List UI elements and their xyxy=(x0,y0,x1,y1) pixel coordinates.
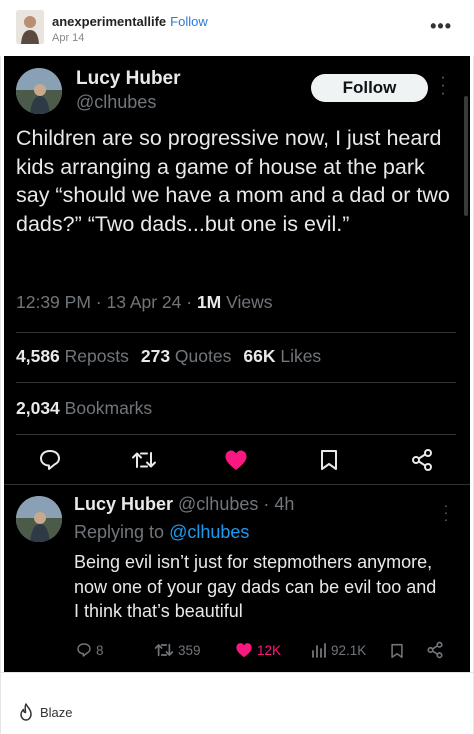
reply-views-count: 92.1K xyxy=(331,642,367,658)
reply-likes-count: 12K xyxy=(257,642,282,658)
tumblr-post: anexperimentallife Follow Apr 14 ••• Lucy… xyxy=(0,0,474,734)
like-icon xyxy=(236,643,252,658)
frame-border-left xyxy=(0,0,1,734)
reply-text: Being evil isn’t just for stepmothers an… xyxy=(74,552,437,621)
reply-icon xyxy=(77,643,91,657)
tweet-text: Children are so progressive now, I just … xyxy=(16,126,450,236)
tweet-author-handle: @clhubes xyxy=(76,92,157,112)
post-follow-button[interactable]: Follow xyxy=(170,14,208,29)
views-icon xyxy=(312,643,326,658)
divider xyxy=(16,382,456,383)
share-icon xyxy=(427,641,443,659)
bookmark-icon xyxy=(321,450,337,470)
tweet-engagement-stats: 4,586 Reposts 273 Quotes 66K Likes xyxy=(16,346,321,367)
bookmarks-label: Bookmarks xyxy=(59,398,153,418)
reply-reposts-count: 359 xyxy=(178,642,201,658)
reply-replies-count: 8 xyxy=(96,642,104,658)
blaze-button[interactable]: Blaze xyxy=(18,703,73,721)
tweet-timestamp: 12:39 PM · 13 Apr 24 · 1M Views xyxy=(16,292,272,313)
replying-to: Replying to @clhubes xyxy=(74,522,249,543)
reply-header: Lucy Huber @clhubes · 4h xyxy=(74,494,294,515)
bookmarks-count: 2,034 xyxy=(16,398,60,418)
footer-divider xyxy=(0,672,474,673)
avatar-photo-icon xyxy=(16,68,62,114)
reply-icon xyxy=(40,450,60,470)
reply-views: 92.1K xyxy=(311,640,366,660)
reposts-label: Reposts xyxy=(59,346,129,366)
tweet-more-icon: · · · xyxy=(440,69,446,102)
tweet-time: 12:39 PM · 13 Apr 24 · xyxy=(16,292,197,312)
likes-count: 66K xyxy=(243,346,276,366)
tweet-follow-button: Follow xyxy=(311,74,428,102)
divider xyxy=(16,332,456,333)
divider xyxy=(16,434,456,435)
reply-reposts: 359 xyxy=(154,640,201,660)
blaze-label: Blaze xyxy=(40,704,73,720)
tweet-views-label: Views xyxy=(221,292,273,312)
quotes-label: Quotes xyxy=(170,346,232,366)
divider xyxy=(4,484,470,485)
replying-handle: @clhubes xyxy=(169,522,250,542)
more-horizontal-icon[interactable]: ••• xyxy=(430,16,452,37)
reply-action-bar: 8 359 12K 92.1K xyxy=(4,640,470,664)
replying-prefix: Replying to xyxy=(74,522,170,542)
tweet-views-count: 1M xyxy=(196,292,222,312)
post-author-line: anexperimentallife Follow xyxy=(52,14,208,29)
post-date: Apr 14 xyxy=(52,32,85,44)
repost-icon xyxy=(154,643,174,657)
tweet-bookmarks: 2,034 Bookmarks xyxy=(16,398,152,419)
reply-handle-time: @clhubes · 4h xyxy=(173,494,295,514)
tweet-screenshot: Lucy Huber @clhubes Follow · · · Children … xyxy=(4,56,470,672)
post-header: anexperimentallife Follow Apr 14 ••• xyxy=(0,0,474,56)
avatar-photo-icon xyxy=(16,496,62,542)
flame-icon xyxy=(20,703,32,721)
tweet-author-name: Lucy Huber xyxy=(76,68,181,89)
tweet-avatar xyxy=(16,68,62,114)
like-icon xyxy=(225,450,247,470)
post-username[interactable]: anexperimentallife xyxy=(52,14,166,29)
share-icon xyxy=(412,449,432,471)
reply-replies: 8 xyxy=(76,640,104,660)
reply-author-name: Lucy Huber xyxy=(74,494,174,514)
reposts-count: 4,586 xyxy=(16,346,60,366)
scrollbar xyxy=(464,96,468,216)
reply-likes: 12K xyxy=(235,640,281,660)
quotes-count: 273 xyxy=(140,346,171,366)
avatar-photo-icon xyxy=(16,10,44,44)
reply-more-icon: · · · xyxy=(443,497,449,527)
repost-icon xyxy=(132,452,156,468)
bookmark-icon xyxy=(391,643,403,659)
reply-avatar xyxy=(16,496,62,542)
post-author-avatar[interactable] xyxy=(16,10,44,44)
likes-label: Likes xyxy=(275,346,322,366)
